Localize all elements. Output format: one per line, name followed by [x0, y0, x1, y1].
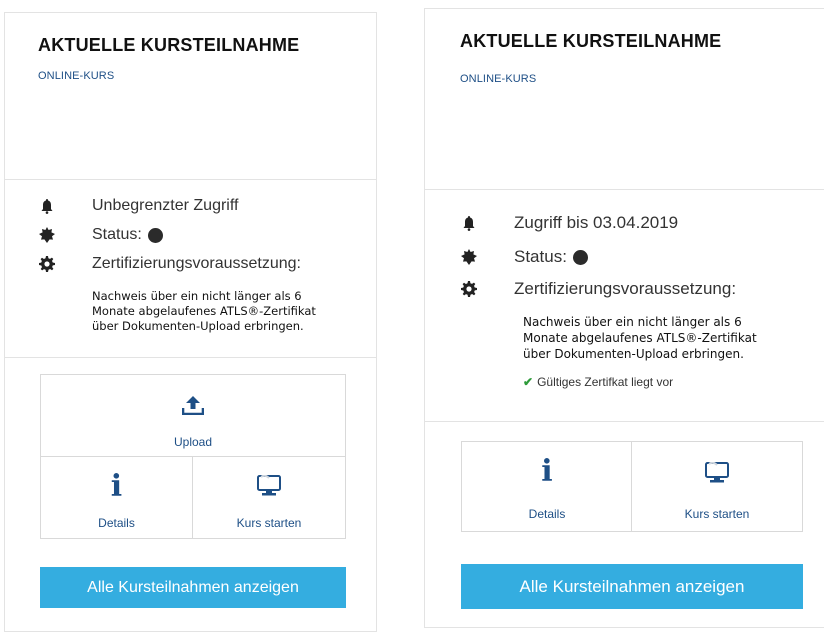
- cert-note-line: Nachweis über ein nicht länger als 6: [523, 315, 742, 329]
- checkmark-icon: ✔: [523, 375, 534, 389]
- start-course-label: Kurs starten: [684, 507, 750, 521]
- course-card-left: AKTUELLE KURSTEILNAHME ONLINE-KURS Unbeg…: [4, 12, 377, 632]
- monitor-icon: [257, 474, 281, 502]
- valid-certificate-note: ✔ Gültiges Zertifkat liegt vor: [523, 375, 673, 389]
- bell-icon: [460, 214, 478, 232]
- card-info: Unbegrenzter Zugriff Status: Zertifizier…: [5, 179, 376, 358]
- access-row: Zugriff bis 03.04.2019: [460, 213, 678, 233]
- cert-row: Zertifizierungsvoraussetzung:: [460, 279, 736, 299]
- cert-note-line: Monate abgelaufenes ATLS®-Zertifikat: [92, 304, 316, 318]
- monitor-icon: [705, 461, 729, 489]
- cert-label: Zertifizierungsvoraussetzung:: [92, 255, 301, 272]
- cert-row: Zertifizierungsvoraussetzung:: [38, 255, 301, 273]
- card-title: AKTUELLE KURSTEILNAHME: [460, 31, 722, 51]
- cert-note-line: über Dokumenten-Upload erbringen.: [523, 347, 744, 361]
- bell-icon: [38, 197, 56, 215]
- badge-icon: [38, 226, 56, 244]
- card-subtitle: ONLINE-KURS: [460, 73, 537, 85]
- card-subtitle: ONLINE-KURS: [38, 70, 115, 82]
- upload-tile[interactable]: Upload: [40, 374, 346, 458]
- cert-note: Nachweis über ein nicht länger als 6 Mon…: [92, 289, 316, 334]
- cert-label: Zertifizierungsvoraussetzung:: [514, 279, 737, 298]
- valid-certificate-text: Gültiges Zertifkat liegt vor: [537, 375, 674, 389]
- details-label: Details: [98, 516, 135, 530]
- badge-icon: [460, 248, 478, 266]
- upload-label: Upload: [173, 435, 213, 449]
- info-icon: i: [110, 469, 123, 504]
- status-dot: [147, 227, 163, 243]
- card-info: Zugriff bis 03.04.2019 Status: Zertifizi…: [425, 189, 824, 422]
- gear-icon: [38, 255, 56, 273]
- start-course-label: Kurs starten: [236, 516, 302, 530]
- card-header: AKTUELLE KURSTEILNAHME ONLINE-KURS: [5, 13, 376, 180]
- cert-note: Nachweis über ein nicht länger als 6 Mon…: [523, 314, 757, 362]
- status-label: Status:: [92, 226, 142, 243]
- details-tile[interactable]: i Details: [461, 441, 633, 532]
- gear-icon: [460, 280, 478, 298]
- status-dot: [572, 249, 588, 265]
- card-header: AKTUELLE KURSTEILNAHME ONLINE-KURS: [425, 9, 824, 190]
- access-row: Unbegrenzter Zugriff: [38, 197, 238, 215]
- all-courses-button[interactable]: Alle Kursteilnahmen anzeigen: [40, 567, 346, 608]
- status-row: Status:: [38, 226, 163, 244]
- details-label: Details: [528, 507, 566, 521]
- status-row: Status:: [460, 247, 588, 267]
- cert-note-line: über Dokumenten-Upload erbringen.: [92, 319, 304, 333]
- upload-icon: [181, 395, 205, 420]
- details-tile[interactable]: i Details: [40, 456, 193, 539]
- status-label: Status:: [514, 247, 567, 266]
- start-course-tile[interactable]: Kurs starten: [192, 456, 346, 539]
- card-title: AKTUELLE KURSTEILNAHME: [38, 35, 300, 55]
- cert-note-line: Monate abgelaufenes ATLS®-Zertifikat: [523, 331, 757, 345]
- start-course-tile[interactable]: Kurs starten: [631, 441, 803, 532]
- access-text: Zugriff bis 03.04.2019: [514, 213, 679, 232]
- course-card-right: AKTUELLE KURSTEILNAHME ONLINE-KURS Zugri…: [424, 8, 824, 628]
- info-icon: i: [541, 454, 553, 489]
- cert-note-line: Nachweis über ein nicht länger als 6: [92, 289, 302, 303]
- all-courses-button[interactable]: Alle Kursteilnahmen anzeigen: [461, 564, 803, 609]
- access-text: Unbegrenzter Zugriff: [92, 197, 239, 214]
